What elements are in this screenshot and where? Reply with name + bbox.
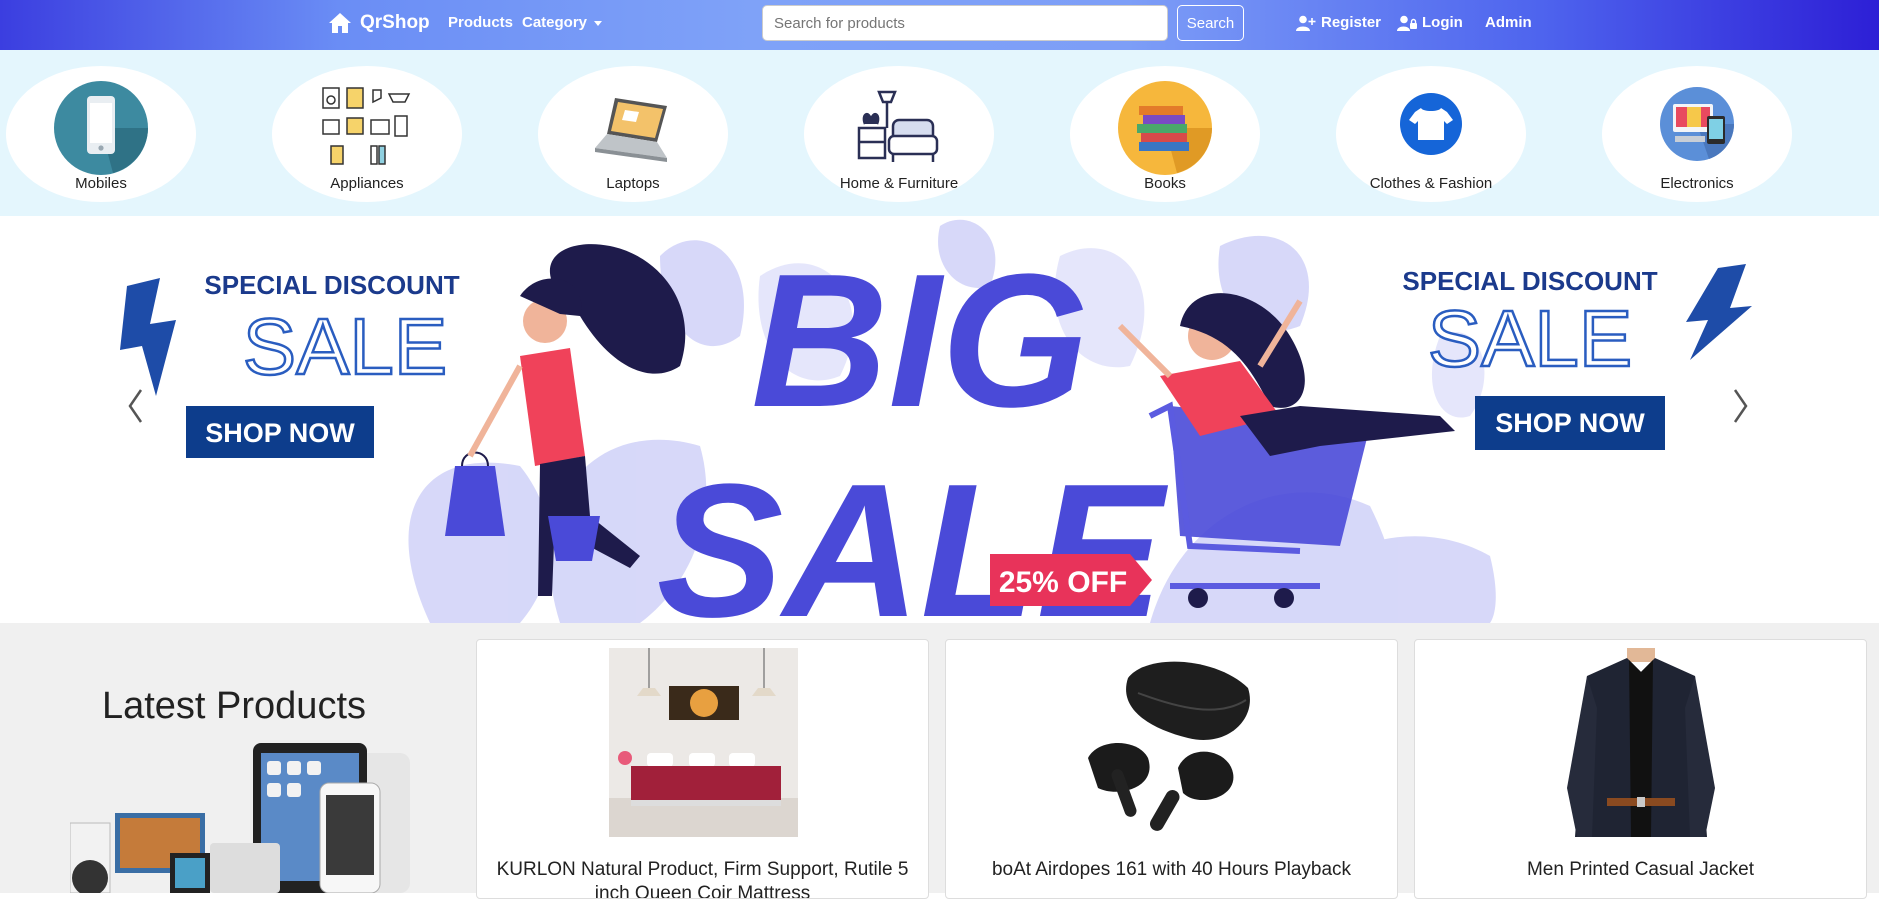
brand-logo[interactable]: QrShop [328,12,430,34]
user-lock-icon [1397,15,1417,31]
latest-products-section: Latest Products KURLON Natural Product, … [0,623,1879,899]
category-laptops[interactable]: Laptops [538,66,728,202]
nav-category-label: Category [522,14,588,31]
login-link[interactable]: Login [1397,14,1463,31]
category-label: Appliances [330,175,404,192]
top-navbar: QrShop Products Category Search Register… [0,0,1879,50]
tshirt-icon [1381,80,1481,176]
category-clothes-fashion[interactable]: Clothes & Fashion [1336,66,1526,202]
right-sale-text: SALE [1428,294,1633,383]
register-label: Register [1321,14,1382,31]
category-label: Electronics [1660,175,1734,192]
right-special-discount: SPECIAL DISCOUNT [1402,266,1657,296]
search-input[interactable] [762,5,1168,41]
category-home-furniture[interactable]: Home & Furniture [804,66,994,202]
register-link[interactable]: Register [1296,14,1381,31]
home-icon [329,13,351,33]
user-plus-icon [1296,15,1316,31]
left-sale-text: SALE [243,302,448,391]
nav-category-dropdown[interactable]: Category [522,14,603,31]
laptop-icon [583,80,683,176]
search-button[interactable]: Search [1177,5,1244,41]
product-image-jacket [1547,648,1736,837]
books-icon [1115,80,1215,176]
product-title[interactable]: Men Printed Casual Jacket [1429,858,1852,882]
category-label: Books [1144,175,1186,192]
product-image-airdopes [1078,648,1267,837]
category-books[interactable]: Books [1070,66,1260,202]
category-mobiles[interactable]: Mobiles [6,66,196,202]
carousel-prev-button[interactable] [110,376,160,436]
product-card-airdopes[interactable]: boAt Airdopes 161 with 40 Hours Playback [945,639,1398,899]
brand-name: QrShop [360,12,430,33]
category-appliances[interactable]: Appliances [272,66,462,202]
right-shop-now-label: SHOP NOW [1495,408,1645,438]
category-label: Home & Furniture [839,175,959,192]
electronics-icon [1647,80,1747,176]
product-title[interactable]: boAt Airdopes 161 with 40 Hours Playback [960,858,1383,882]
login-label: Login [1422,14,1463,31]
category-label: Clothes & Fashion [1369,175,1493,192]
left-special-discount: SPECIAL DISCOUNT [204,270,459,300]
product-card-jacket[interactable]: Men Printed Casual Jacket [1414,639,1867,899]
product-image-mattress [609,648,798,837]
discount-tag-label: 25% OFF [999,566,1127,599]
mobile-icon [51,80,151,176]
promo-carousel: SPECIAL DISCOUNT SALE SHOP NOW BIG SALE … [0,216,1879,623]
category-label: Laptops [606,175,660,192]
appliances-icon [317,80,417,176]
nav-products-link[interactable]: Products [448,14,513,31]
admin-link[interactable]: Admin [1485,14,1532,31]
banner-big-text: BIG [751,235,1089,447]
gadgets-collage-image [69,743,420,896]
category-label: Mobiles [75,175,127,192]
furniture-icon [849,80,949,176]
category-electronics[interactable]: Electronics [1602,66,1792,202]
category-strip: Mobiles Appliances Laptops Home & Furnit… [0,50,1879,216]
latest-products-title: Latest Products [101,685,367,727]
carousel-next-button[interactable] [1717,376,1767,436]
product-card-mattress[interactable]: KURLON Natural Product, Firm Support, Ru… [476,639,929,899]
big-sale-banner: SPECIAL DISCOUNT SALE SHOP NOW BIG SALE … [110,219,1767,623]
chevron-down-icon [594,20,603,26]
lightning-icon-right [1686,264,1752,360]
left-shop-now-label: SHOP NOW [205,418,355,448]
